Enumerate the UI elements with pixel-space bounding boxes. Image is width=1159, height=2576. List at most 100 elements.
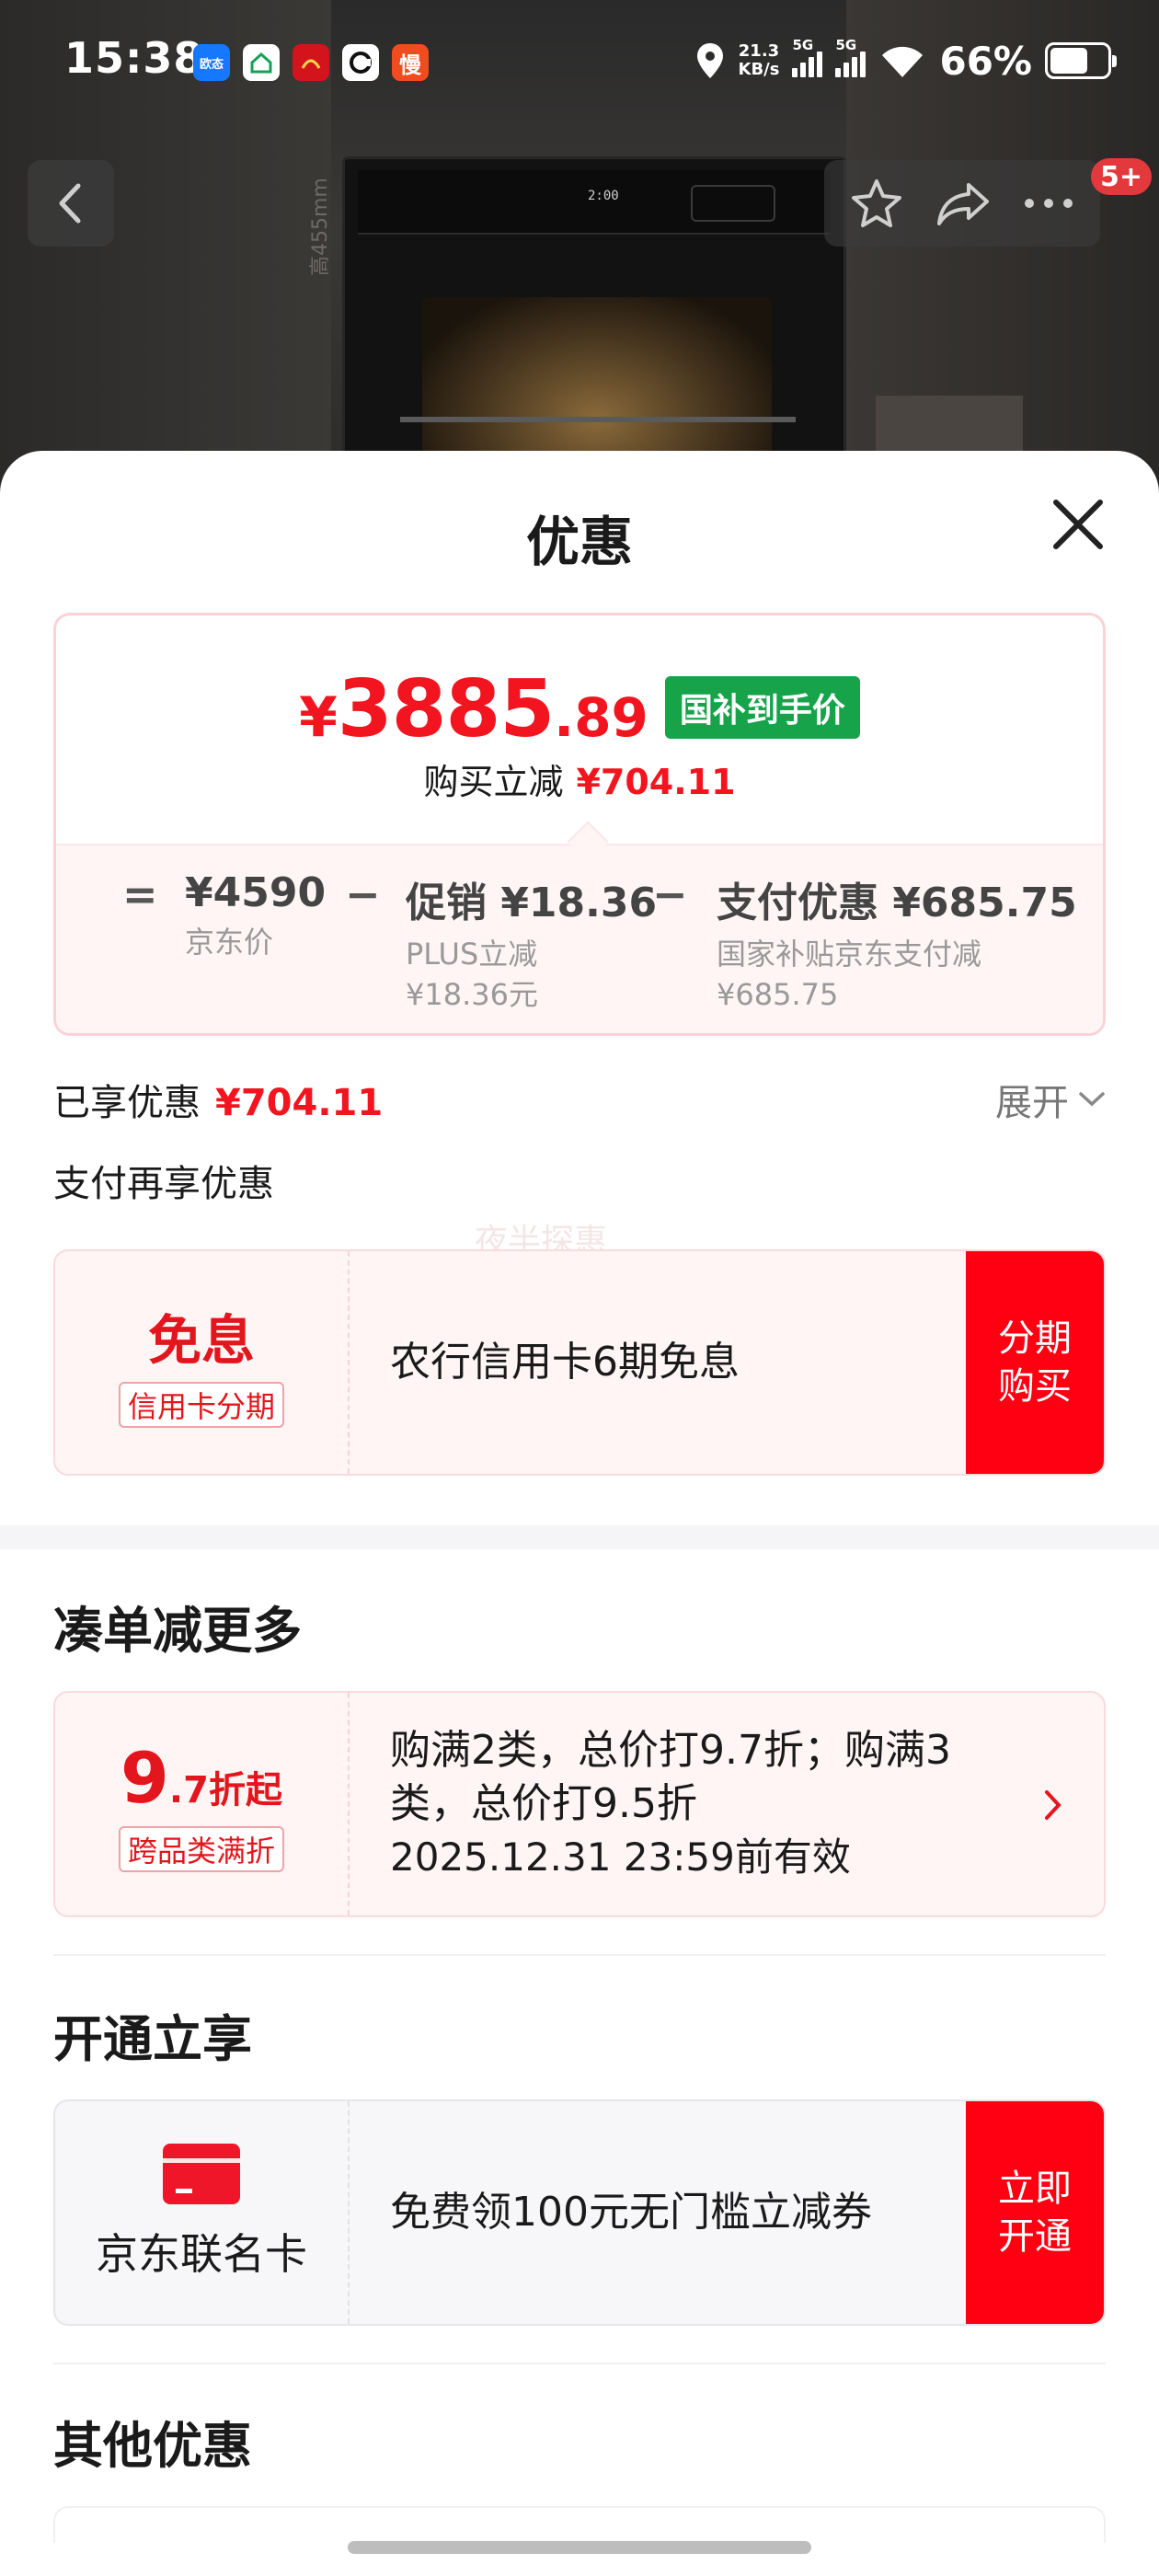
installment-tag: 免息 信用卡分期	[55, 1251, 350, 1474]
open-cta-line1: 立即	[998, 2168, 1072, 2210]
purchase-discount-label: 购买立减	[423, 762, 564, 802]
bundle-discount-rest: .7折起	[168, 1768, 282, 1811]
bundle-section-title: 凑单减更多	[53, 1602, 302, 1660]
close-icon	[1053, 500, 1103, 549]
status-right: 21.3 KB/s 5G 5G 66%	[694, 33, 1117, 88]
status-app-icons: 欧态 慢	[193, 44, 429, 81]
installment-buy-button[interactable]: 分期 购买	[966, 1251, 1104, 1474]
jd-price: ¥4590	[185, 869, 327, 916]
open-now-button[interactable]: 立即 开通	[966, 2101, 1104, 2324]
enjoyed-discount: 已享优惠 ¥704.11	[53, 1073, 383, 1126]
installment-text: 农行信用卡6期免息	[390, 1339, 740, 1386]
bundle-discount-int: 9	[120, 1736, 169, 1819]
pay-amount: 支付优惠 ¥685.75	[717, 880, 1077, 926]
enjoyed-amount: ¥704.11	[215, 1082, 384, 1124]
bundle-line2: 类，总价打9.5折	[390, 1780, 697, 1827]
chevron-down-icon	[1079, 1092, 1105, 1107]
app-icon-slow: 慢	[392, 44, 429, 81]
oven-knob	[691, 185, 775, 222]
oven-control-panel: 2:00	[358, 170, 831, 235]
wifi-icon	[882, 46, 924, 77]
section-separator	[0, 1525, 1159, 1549]
app-icon-bank	[342, 44, 379, 81]
signal-sim1-icon: 5G	[792, 37, 823, 77]
final-price: ¥ 3885 .89 国补到手价	[56, 663, 1103, 755]
open-section-title: 开通立享	[53, 2010, 252, 2068]
sim1-label: 5G	[792, 37, 814, 53]
chevron-left-icon	[59, 183, 81, 224]
notification-badge: 5+	[1091, 158, 1153, 195]
chevron-right-icon	[1045, 1790, 1061, 1820]
app-icon-study	[293, 44, 329, 81]
cobrand-card-offer[interactable]: 京东联名卡 免费领100元无门槛立减券 立即开通	[53, 2099, 1106, 2326]
formula-equals: =	[122, 869, 158, 919]
cross-category-label: 跨品类满折	[118, 1825, 284, 1872]
more-icon[interactable]	[1023, 197, 1074, 210]
oven-rack	[400, 417, 796, 422]
formula-minus-1: −	[345, 869, 381, 919]
bundle-offer-card[interactable]: 9.7折起 跨品类满折 购满2类，总价打9.7折；购满3 类，总价打9.5折 2…	[53, 1691, 1106, 1917]
oven-display: 2:00	[588, 189, 619, 203]
net-speed: 21.3 KB/s	[739, 42, 780, 79]
nav-actions	[824, 160, 1100, 247]
jd-price-label: 京东价	[185, 925, 274, 960]
star-icon[interactable]	[850, 178, 903, 229]
price-currency: ¥	[299, 685, 338, 750]
price-integer: 3885	[337, 663, 555, 755]
bundle-tag: 9.7折起 跨品类满折	[55, 1693, 350, 1915]
app-icon-home	[243, 44, 280, 81]
discount-sheet: 优惠 ¥ 3885 .89 国补到手价 购买立减 ¥704.11 = ¥4590 …	[0, 451, 1159, 2576]
bundle-line1: 购满2类，总价打9.7折；购满3	[390, 1727, 951, 1774]
pay-more-heading: 支付再享优惠	[53, 1163, 274, 1205]
gov-subsidy-tag: 国补到手价	[664, 676, 860, 739]
back-button[interactable]	[28, 160, 114, 247]
interest-free-label: 免息	[147, 1309, 255, 1372]
status-time: 15:38	[64, 33, 204, 83]
credit-installment-label: 信用卡分期	[118, 1382, 284, 1428]
price-card: ¥ 3885 .89 国补到手价 购买立减 ¥704.11 = ¥4590 京东价…	[53, 613, 1106, 1036]
battery-percent: 66%	[939, 38, 1032, 84]
app-icon-outai: 欧态	[193, 44, 230, 81]
purchase-discount-amount: ¥704.11	[576, 762, 736, 802]
expand-button[interactable]: 展开	[995, 1073, 1106, 1126]
pay-sub-amount: ¥685.75	[717, 977, 839, 1012]
promo-sub-label: PLUS立减	[406, 937, 538, 972]
installment-cta-line1: 分期	[998, 1317, 1072, 1360]
promo-sub-amount: ¥18.36元	[406, 977, 538, 1012]
bundle-discount: 9.7折起	[120, 1737, 282, 1819]
price-decimal: .89	[554, 686, 648, 749]
sim2-label: 5G	[835, 37, 857, 53]
pay-sub-label: 国家补贴京东支付减	[717, 937, 982, 972]
promo-col: 促销 ¥18.36 PLUS立减 ¥18.36元	[406, 869, 657, 1015]
cobrand-card-name: 京东联名卡	[96, 2229, 307, 2279]
divider	[53, 2363, 1106, 2364]
price-summary: ¥ 3885 .89 国补到手价 购买立减 ¥704.11	[56, 615, 1103, 836]
status-bar: 15:38 欧态 慢 21.3 KB/s 5G 5G 66%	[0, 0, 1159, 129]
jd-price-col: ¥4590 京东价	[185, 869, 326, 962]
credit-card-icon	[163, 2144, 240, 2204]
pay-col: 支付优惠 ¥685.75 国家补贴京东支付减 ¥685.75	[717, 869, 1077, 1015]
open-cta-line2: 开通	[998, 2215, 1072, 2258]
sheet-title: 优惠	[525, 511, 633, 573]
net-speed-unit: KB/s	[738, 60, 780, 79]
next-card-peek	[53, 2506, 1106, 2543]
signal-sim2-icon: 5G	[835, 37, 866, 77]
expand-label: 展开	[995, 1082, 1069, 1124]
promo-amount: 促销 ¥18.36	[406, 880, 658, 926]
enjoyed-label: 已享优惠	[53, 1082, 201, 1124]
location-icon	[696, 43, 723, 78]
bundle-text: 购满2类，总价打9.7折；购满3 类，总价打9.5折 2025.12.31 23…	[390, 1693, 1021, 1915]
home-indicator[interactable]	[348, 2541, 811, 2554]
installment-cta-line2: 购买	[998, 1365, 1072, 1408]
bundle-validity: 2025.12.31 23:59前有效	[390, 1834, 851, 1880]
installment-offer-card[interactable]: 免息 信用卡分期 农行信用卡6期免息 分期购买	[53, 1249, 1106, 1476]
photo-height-label: 高455mm	[309, 178, 332, 276]
close-button[interactable]	[1049, 495, 1107, 554]
cobrand-card-text: 免费领100元无门槛立减券	[390, 2189, 872, 2236]
other-section-title: 其他优惠	[53, 2417, 252, 2475]
formula-minus-2: −	[652, 869, 688, 919]
divider	[53, 1954, 1106, 1956]
share-icon[interactable]	[935, 179, 991, 227]
battery-icon	[1045, 42, 1117, 79]
net-speed-value: 21.3	[738, 41, 780, 61]
